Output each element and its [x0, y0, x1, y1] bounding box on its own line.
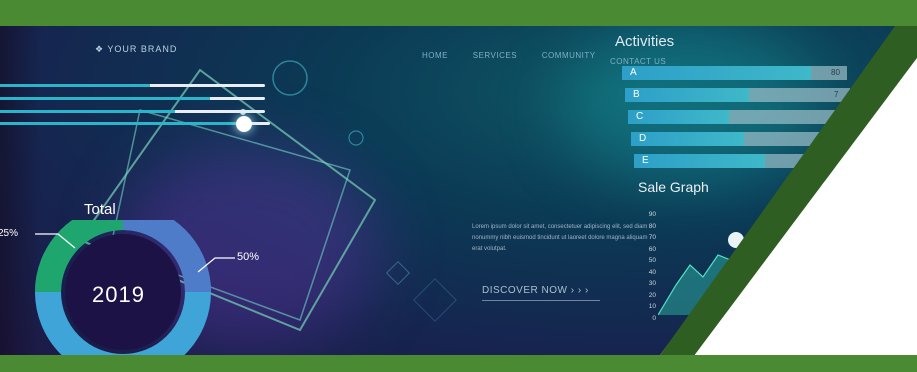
- donut-year: 2019: [92, 282, 145, 307]
- donut-label-left: 25%: [0, 228, 19, 239]
- donut-title: Total: [84, 201, 116, 218]
- bottom-green-bar: [0, 355, 917, 372]
- donut-label-right: 50%: [237, 251, 260, 263]
- discover-underline: [482, 300, 600, 301]
- banner-frame: ❖ YOUR BRAND HOME SERVICES COMMUNITY CON…: [0, 0, 917, 372]
- discover-button[interactable]: DISCOVER NOW › › ›: [482, 285, 589, 296]
- body-text: Lorem ipsum dolor sit amet, consectetuer…: [472, 224, 648, 252]
- donut-leaders: [35, 233, 235, 273]
